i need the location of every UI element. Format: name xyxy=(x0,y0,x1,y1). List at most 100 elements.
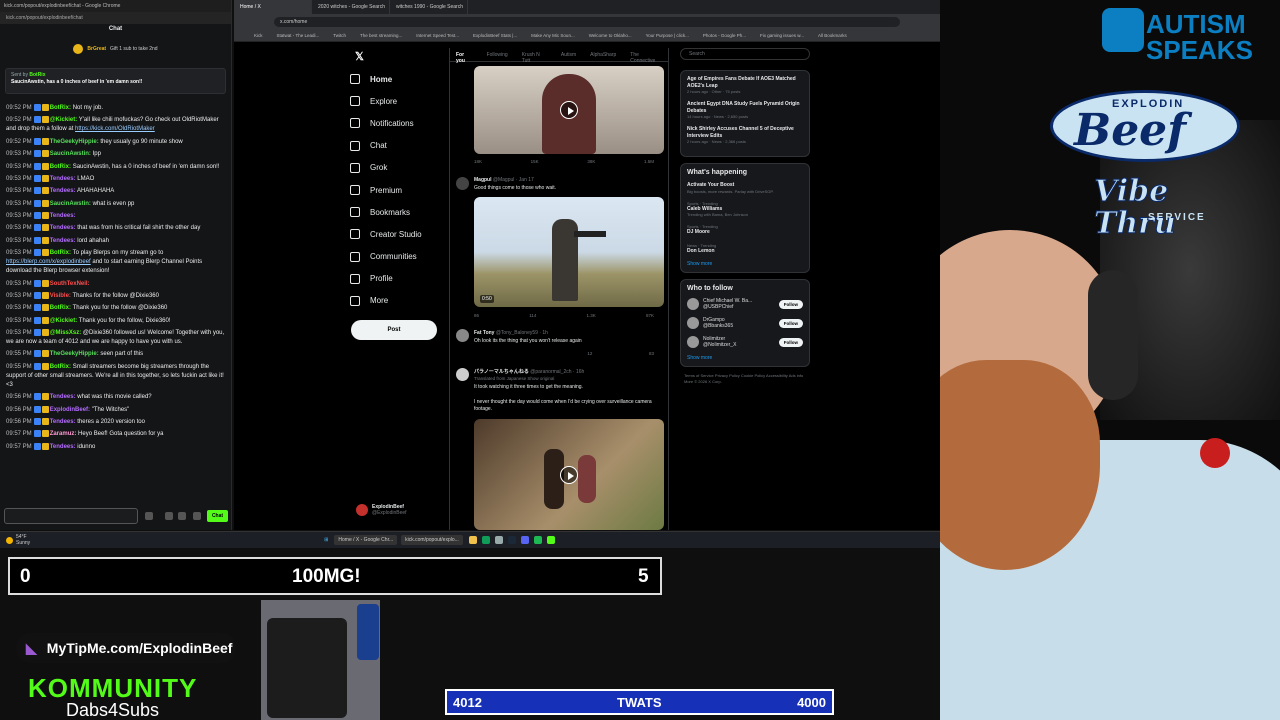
nav-more[interactable]: More xyxy=(350,290,450,312)
message-user[interactable]: Tendees: xyxy=(50,419,76,425)
message-user[interactable]: SouthTexNeil: xyxy=(50,281,90,287)
message-user[interactable]: BotRix: xyxy=(50,305,71,311)
points-icon[interactable] xyxy=(193,512,201,520)
chat-message[interactable]: 09:53 PM Tendees: that was from his criti… xyxy=(6,224,226,233)
taskbar-app-kick[interactable]: kick.com/popout/explo... xyxy=(401,535,463,545)
feed-tab[interactable]: AlphaSharp xyxy=(590,52,616,58)
message-user[interactable]: Tendees: xyxy=(50,176,76,182)
taskbar-app-chrome[interactable]: Home / X - Google Chr... xyxy=(334,535,398,545)
app-icon[interactable] xyxy=(494,536,503,544)
reply-count[interactable]: 86 xyxy=(474,313,479,318)
message-user[interactable]: Tendees: xyxy=(50,188,76,194)
settings-icon[interactable] xyxy=(178,512,186,520)
url-input[interactable]: x.com/home xyxy=(274,17,900,27)
message-user[interactable]: SaucinAwstin: xyxy=(50,151,91,157)
follow-button[interactable]: Follow xyxy=(778,337,803,347)
translated-note[interactable]: Translated from Japanese Show original xyxy=(474,376,554,381)
chat-message[interactable]: 09:56 PM Tendees: theres a 2020 version t… xyxy=(6,417,226,427)
chat-message[interactable]: 09:57 PM Tendees: idunno xyxy=(6,442,226,452)
feed-tab[interactable]: Autism xyxy=(561,52,576,58)
message-user[interactable]: TheGeekyHippie: xyxy=(50,139,99,145)
like-count[interactable]: 1.3K xyxy=(587,313,596,318)
nav-communities[interactable]: Communities xyxy=(350,246,450,268)
post-button[interactable]: Post xyxy=(351,320,437,340)
message-user[interactable]: ExplodinBeef: xyxy=(50,407,90,413)
bookmark-item[interactable]: Your Purpose | click... xyxy=(646,33,689,38)
message-user[interactable]: Tendees: xyxy=(50,213,76,219)
chat-message[interactable]: 09:53 PM Tendees: xyxy=(6,212,226,221)
gift-sub-icon[interactable] xyxy=(165,512,173,520)
chat-url-bar[interactable]: kick.com/popout/explodinbeef/chat xyxy=(0,12,231,24)
avatar[interactable] xyxy=(456,177,469,190)
chat-message[interactable]: 09:56 PM Tendees: what was this movie cal… xyxy=(6,393,226,402)
message-user[interactable]: Visible: xyxy=(50,293,71,299)
nav-profile[interactable]: Profile xyxy=(350,268,450,290)
trend-item[interactable]: News · Trending Don Lemon xyxy=(687,243,803,255)
pinned-message[interactable]: Sent by BotRix SaucinAwstin, has a 0 inc… xyxy=(5,68,226,94)
search-input[interactable]: Search xyxy=(680,48,810,60)
message-user[interactable]: SaucinAwstin: xyxy=(50,201,91,207)
feed-tab[interactable]: Krush N Tutt xyxy=(522,52,547,64)
kick-icon[interactable] xyxy=(546,536,555,544)
chat-message[interactable]: 09:53 PM BotRix: Thank you for the follow… xyxy=(6,304,226,313)
news-item[interactable]: Nick Shirley Accuses Channel 5 of Decept… xyxy=(687,126,803,144)
trend-item[interactable]: Sports · Trending DJ Moore xyxy=(687,224,803,236)
avatar[interactable] xyxy=(456,368,469,381)
view-count[interactable]: 83 xyxy=(649,351,654,356)
tweet-video[interactable] xyxy=(474,419,664,530)
trend-item[interactable]: Sports · Trending Caleb Williams Trending … xyxy=(687,201,803,218)
message-user[interactable]: Tendees: xyxy=(50,394,76,400)
nav-home[interactable]: Home xyxy=(350,68,450,90)
nav-bookmarks[interactable]: Bookmarks xyxy=(350,201,450,223)
message-user[interactable]: Tendees: xyxy=(50,444,76,450)
bookmark-item[interactable]: ExplodinBeef Stats |... xyxy=(473,33,517,38)
play-icon[interactable] xyxy=(560,101,578,119)
chat-log[interactable]: 09:52 PM BotRix: Not my job. 09:52 PM @Kick… xyxy=(0,104,232,504)
nav-explore[interactable]: Explore xyxy=(350,90,450,112)
show-more-link[interactable]: Show more xyxy=(687,355,803,361)
chat-message[interactable]: 09:55 PM BotRix: Small streamers become b… xyxy=(6,362,226,390)
tab-2020-witches[interactable]: 2020 witches - Google Search xyxy=(312,0,390,14)
message-user[interactable]: BotRix: xyxy=(50,164,71,170)
message-user[interactable]: Tendees: xyxy=(50,238,76,244)
message-user[interactable]: Tendees: xyxy=(50,225,76,231)
chat-message[interactable]: 09:53 PM @MissXsz: @Dixie360 followed us!… xyxy=(6,329,226,347)
message-link[interactable]: https://blerp.com/x/explodinbeef xyxy=(6,259,91,265)
spotify-icon[interactable] xyxy=(533,536,542,544)
view-count[interactable]: 87K xyxy=(646,313,654,318)
feed-tab[interactable]: Following xyxy=(487,52,508,58)
message-user[interactable]: Zaramuz: xyxy=(50,431,77,437)
gift-banner[interactable]: BrGreat Gift 1 sub to take 2nd xyxy=(0,34,231,64)
chat-message[interactable]: 09:53 PM SaucinAwstin: Ipp xyxy=(6,150,226,159)
all-bookmarks[interactable]: All Bookmarks xyxy=(818,33,847,38)
message-user[interactable]: @Kickiet: xyxy=(50,318,78,324)
emote-icon[interactable] xyxy=(145,512,153,520)
message-link[interactable]: https://kick.com/OldRiotMaker xyxy=(75,126,155,132)
tab-witches-1990[interactable]: witches 1990 - Google Search xyxy=(390,0,468,14)
timeline[interactable]: For you Following Krush N Tutt Autism AlphaS… xyxy=(449,48,669,530)
chat-message[interactable]: 09:53 PM Tendees: lord ahahah xyxy=(6,236,226,246)
bookmark-item[interactable]: Internet Speed Test... xyxy=(416,33,459,38)
retweet-count[interactable]: 15K xyxy=(531,159,539,164)
chat-message[interactable]: 09:53 PM Visible: Thanks for the follow @… xyxy=(6,291,226,301)
bookmark-item[interactable]: Welcome to Oklaho... xyxy=(589,33,632,38)
bookmark-item[interactable]: Statwat - The Leadi... xyxy=(277,33,320,38)
xbox-icon[interactable] xyxy=(481,536,490,544)
feed-tab[interactable]: For you xyxy=(456,52,473,64)
chat-message[interactable]: 09:53 PM BotRix: SaucinAwstin, has a 0 in… xyxy=(6,162,226,172)
chat-message[interactable]: 09:56 PM ExplodinBeef: "The Witches" xyxy=(6,405,226,415)
news-item[interactable]: Age of Empires Fans Debate If AOE3 Match… xyxy=(687,76,803,94)
steam-icon[interactable] xyxy=(507,536,516,544)
bookmark-item[interactable]: Photos - Google Ph... xyxy=(703,33,746,38)
message-user[interactable]: TheGeekyHippie: xyxy=(50,351,99,357)
chat-message[interactable]: 09:57 PM Zaramuz: Heyo Beef! Gota questio… xyxy=(6,430,226,439)
windows-start-icon[interactable]: ⊞ xyxy=(324,537,328,543)
bookmark-item[interactable]: Twitch xyxy=(333,33,346,38)
show-more-link[interactable]: Show more xyxy=(687,261,803,267)
chat-message[interactable]: 09:52 PM @Kickiet: Y'all like chili mofuc… xyxy=(6,116,226,134)
tab-home-x[interactable]: Home / X xyxy=(234,0,312,14)
chat-message[interactable]: 09:53 PM BotRix: To play Blerps on my str… xyxy=(6,249,226,276)
nav-premium[interactable]: Premium xyxy=(350,179,450,201)
x-logo-icon[interactable]: 𝕏 xyxy=(355,51,367,63)
message-user[interactable]: @Kickiet: xyxy=(50,117,78,123)
